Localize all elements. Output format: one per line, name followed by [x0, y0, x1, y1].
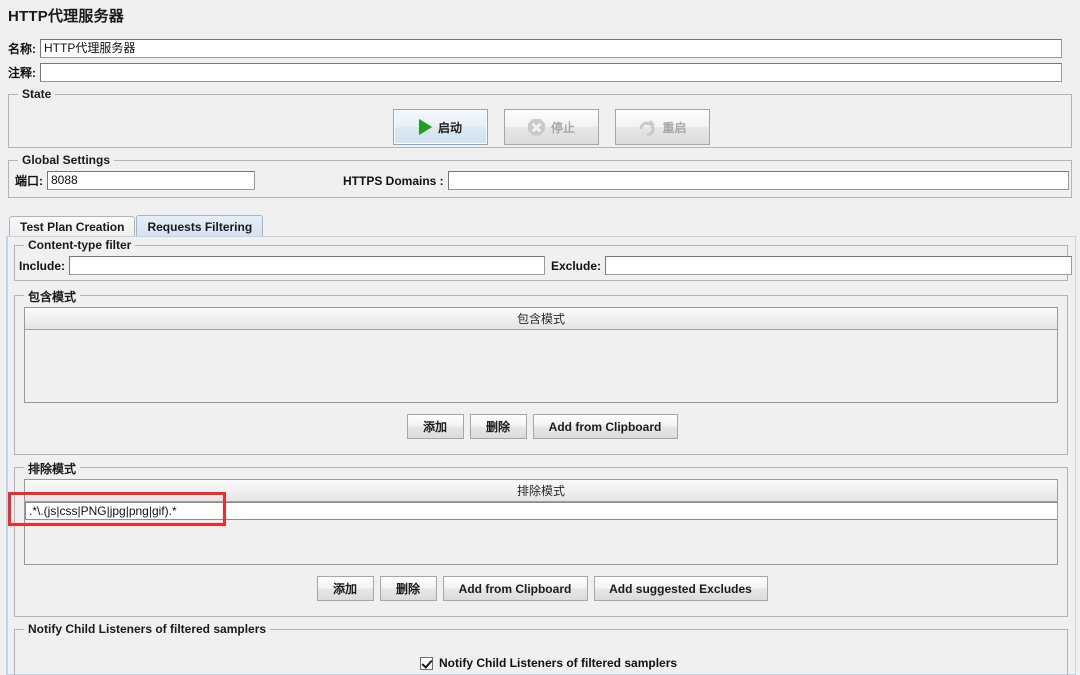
requests-filtering-panel: Content-type filter Include: Exclude: 包含… [6, 236, 1076, 675]
exclude-input[interactable] [605, 256, 1073, 275]
start-button[interactable]: 启动 [393, 109, 488, 145]
include-add-button[interactable]: 添加 [406, 414, 464, 439]
include-patterns-buttons: 添加 删除 Add from Clipboard [15, 414, 1069, 439]
exclude-pattern-value: .*\.(js|css|PNG|jpg|png|gif).* [29, 504, 177, 518]
exclude-add-button[interactable]: 添加 [316, 576, 374, 601]
exclude-patterns-column-header: 排除模式 [25, 480, 1057, 502]
port-label: 端口: [15, 174, 43, 188]
comment-input[interactable] [40, 62, 1062, 82]
exclude-delete-button-label: 删除 [395, 582, 420, 596]
play-icon [418, 119, 432, 135]
global-settings-group: Global Settings 端口: 8088 HTTPS Domains : [7, 153, 1072, 198]
include-patterns-table-body[interactable] [25, 330, 1057, 402]
exclude-patterns-buttons: 添加 删除 Add from Clipboard Add suggested E… [15, 576, 1069, 601]
exclude-patterns-group: 排除模式 排除模式 .*\.(js|css|PNG|jpg|png|gif).*… [14, 460, 1069, 617]
exclude-patterns-table[interactable]: 排除模式 .*\.(js|css|PNG|jpg|png|gif).* [24, 479, 1058, 565]
stop-button-label: 停止 [550, 120, 575, 135]
name-label: 名称: [8, 41, 36, 56]
exclude-delete-button[interactable]: 删除 [379, 576, 437, 601]
include-label: Include: [19, 258, 66, 273]
https-domains-row: HTTPS Domains : [335, 171, 1069, 190]
https-domains-label: HTTPS Domains : [343, 173, 444, 188]
include-add-from-clipboard-button[interactable]: Add from Clipboard [532, 414, 678, 439]
include-patterns-group-title: 包含模式 [24, 288, 81, 305]
include-add-from-clipboard-label: Add from Clipboard [548, 419, 662, 434]
notify-group-title: Notify Child Listeners of filtered sampl… [24, 622, 271, 636]
tab-test-plan-creation-label: Test Plan Creation [20, 220, 125, 234]
tab-requests-filtering[interactable]: Requests Filtering [136, 215, 264, 237]
tab-test-plan-creation[interactable]: Test Plan Creation [9, 216, 136, 237]
include-input[interactable] [69, 256, 546, 275]
port-input[interactable]: 8088 [47, 171, 255, 190]
restart-button[interactable]: 重启 [615, 109, 710, 145]
port-row: 端口: 8088 [7, 171, 255, 190]
name-row: 名称: HTTP代理服务器 [0, 38, 1080, 58]
include-row: Include: [11, 256, 546, 275]
add-suggested-excludes-button[interactable]: Add suggested Excludes [593, 576, 768, 601]
include-patterns-column-header: 包含模式 [25, 308, 1057, 330]
content-type-filter-group-title: Content-type filter [24, 238, 136, 252]
tab-requests-filtering-label: Requests Filtering [147, 219, 253, 234]
add-suggested-excludes-label: Add suggested Excludes [609, 581, 752, 596]
restart-icon [638, 119, 656, 136]
comment-row: 注释: [0, 62, 1080, 82]
exclude-patterns-group-title: 排除模式 [24, 460, 81, 477]
notify-checkbox[interactable] [420, 656, 433, 670]
state-group: State 启动 停止 重启 [8, 87, 1072, 148]
notify-group: Notify Child Listeners of filtered sampl… [14, 622, 1068, 675]
name-input[interactable]: HTTP代理服务器 [40, 38, 1062, 58]
exclude-label: Exclude: [551, 258, 602, 273]
comment-label: 注释: [8, 65, 36, 80]
include-delete-button[interactable]: 删除 [469, 414, 527, 439]
https-domains-input[interactable] [447, 171, 1069, 190]
include-add-button-label: 添加 [422, 420, 447, 434]
notify-checkbox-label: Notify Child Listeners of filtered sampl… [439, 656, 678, 670]
global-settings-group-title: Global Settings [18, 153, 115, 167]
exclude-add-from-clipboard-label: Add from Clipboard [458, 581, 572, 596]
notify-checkbox-row[interactable]: Notify Child Listeners of filtered sampl… [420, 656, 677, 670]
page-title: HTTP代理服务器 [8, 8, 124, 25]
exclude-add-button-label: 添加 [332, 582, 357, 596]
start-button-label: 启动 [437, 120, 462, 135]
include-delete-button-label: 删除 [485, 420, 510, 434]
table-row[interactable]: .*\.(js|css|PNG|jpg|png|gif).* [25, 502, 1057, 520]
include-patterns-table[interactable]: 包含模式 [24, 307, 1058, 403]
exclude-row: Exclude: [543, 256, 1073, 275]
state-group-title: State [18, 87, 56, 101]
restart-button-label: 重启 [662, 120, 687, 135]
content-type-filter-group: Content-type filter Include: Exclude: [11, 238, 1073, 281]
include-patterns-group: 包含模式 包含模式 添加 删除 Add from Clipboard [14, 288, 1069, 455]
stop-icon [527, 118, 545, 136]
stop-button[interactable]: 停止 [504, 109, 599, 145]
http-proxy-server-window: HTTP代理服务器 名称: HTTP代理服务器 注释: State 启动 停止 [0, 0, 1080, 675]
exclude-add-from-clipboard-button[interactable]: Add from Clipboard [442, 576, 588, 601]
tab-strip: Test Plan Creation Requests Filtering [9, 215, 264, 237]
exclude-patterns-table-body[interactable]: .*\.(js|css|PNG|jpg|png|gif).* [25, 502, 1057, 564]
